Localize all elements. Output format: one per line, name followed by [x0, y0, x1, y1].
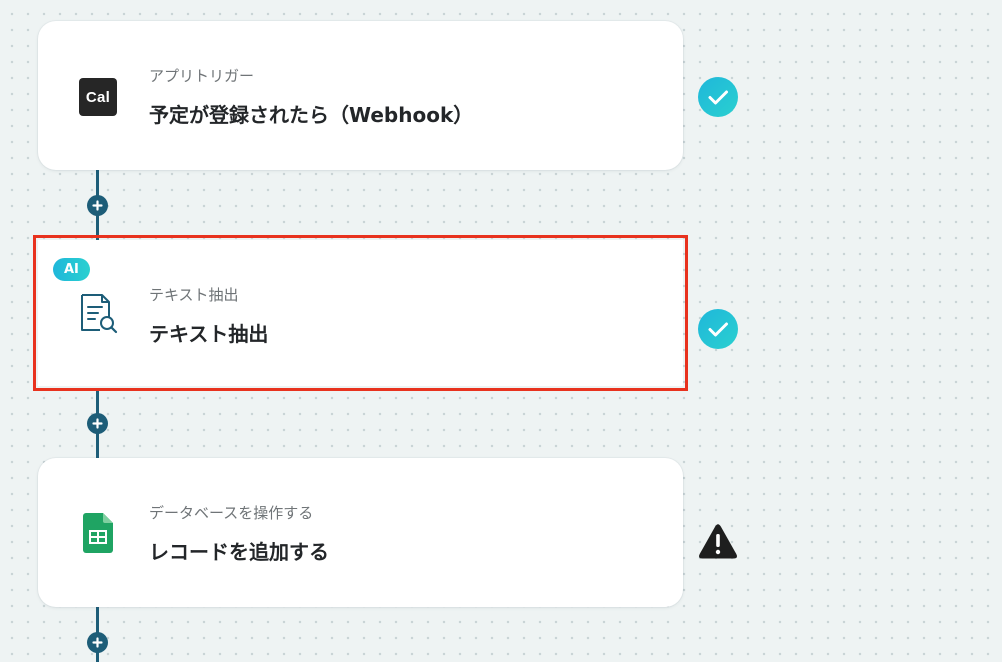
step-status-completed [698, 77, 738, 117]
flow-step-card-trigger[interactable]: Cal アプリトリガー 予定が登録されたら（Webhook） [38, 21, 683, 170]
ai-badge: AI [53, 258, 90, 281]
step-title: レコードを追加する [149, 540, 329, 564]
step-title: テキスト抽出 [149, 322, 269, 346]
cal-logo: Cal [78, 77, 118, 117]
step-type-label: データベースを操作する [149, 504, 314, 522]
warning-icon [699, 524, 737, 559]
flow-step-card-database[interactable]: データベースを操作する レコードを追加する [38, 458, 683, 607]
google-sheets-icon [78, 513, 118, 553]
step-type-label: テキスト抽出 [149, 286, 239, 304]
document-search-icon [78, 293, 118, 334]
add-step-button[interactable] [87, 632, 108, 653]
step-status-warning [698, 522, 738, 562]
completed-check-icon [698, 309, 738, 349]
step-status-completed [698, 309, 738, 349]
add-step-button[interactable] [87, 413, 108, 434]
plus-icon [92, 418, 103, 429]
flow-step-card-text-extraction[interactable]: AI テキスト抽出 テキスト抽出 [33, 235, 688, 391]
add-step-button[interactable] [87, 195, 108, 216]
step-type-label: アプリトリガー [149, 67, 255, 85]
step-title: 予定が登録されたら（Webhook） [149, 103, 474, 127]
completed-check-icon [698, 77, 738, 117]
plus-icon [92, 637, 103, 648]
cal-logo-mark: Cal [79, 78, 117, 116]
plus-icon [92, 200, 103, 211]
